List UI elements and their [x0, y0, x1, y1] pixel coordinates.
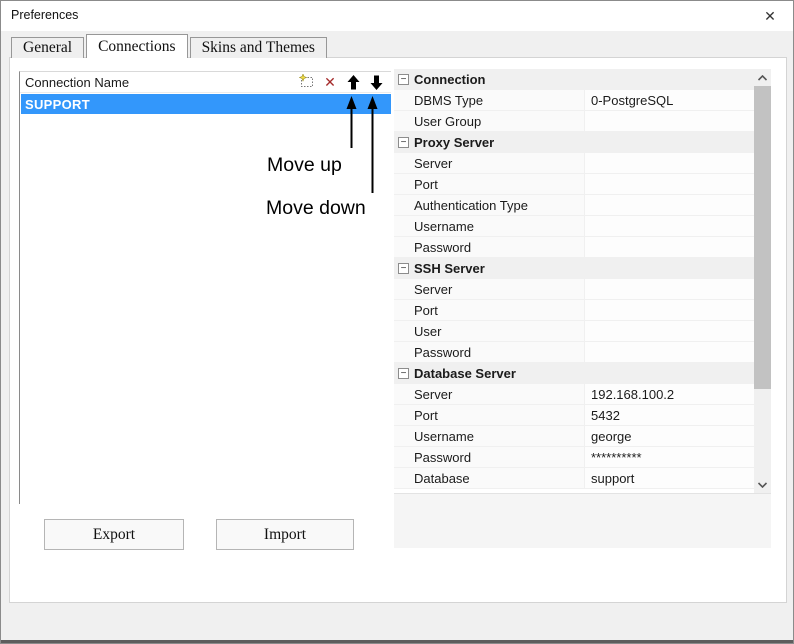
property-value[interactable]	[584, 300, 754, 320]
property-value[interactable]	[584, 195, 754, 215]
group-header-database-server[interactable]: − Database Server	[394, 363, 754, 384]
collapse-icon[interactable]: −	[398, 368, 409, 379]
connection-list: Connection Name ✕ SUPPORT	[19, 71, 391, 504]
property-value[interactable]: 5432	[584, 405, 754, 425]
import-button[interactable]: Import	[216, 519, 354, 550]
property-value[interactable]: support	[584, 468, 754, 488]
move-up-icon[interactable]	[345, 74, 361, 91]
property-value[interactable]	[584, 342, 754, 362]
property-label: User	[414, 324, 584, 339]
collapse-icon[interactable]: −	[398, 137, 409, 148]
property-label: Password	[414, 450, 584, 465]
connection-list-header: Connection Name ✕	[20, 72, 391, 93]
connection-row-support[interactable]: SUPPORT	[21, 94, 391, 114]
property-row: Server 192.168.100.2	[394, 384, 754, 405]
property-row: Server	[394, 153, 754, 174]
property-value[interactable]: **********	[584, 447, 754, 467]
group-title: Database Server	[414, 366, 516, 381]
delete-connection-icon[interactable]: ✕	[322, 74, 338, 91]
window-bottom-edge	[1, 640, 793, 644]
close-icon[interactable]: ✕	[755, 4, 785, 28]
collapse-icon[interactable]: −	[398, 263, 409, 274]
property-label: Username	[414, 429, 584, 444]
property-row: DBMS Type 0-PostgreSQL	[394, 90, 754, 111]
property-row: Username	[394, 216, 754, 237]
property-row: Password	[394, 237, 754, 258]
property-row: Server	[394, 279, 754, 300]
scroll-up-icon[interactable]	[754, 69, 771, 86]
group-header-ssh-server[interactable]: − SSH Server	[394, 258, 754, 279]
group-header-proxy-server[interactable]: − Proxy Server	[394, 132, 754, 153]
property-row: Authentication Type	[394, 195, 754, 216]
property-label: Password	[414, 240, 584, 255]
property-label: DBMS Type	[414, 93, 584, 108]
window-title: Preferences	[11, 8, 78, 22]
preferences-dialog: Preferences ✕ General Connections Skins …	[0, 0, 794, 644]
property-row: Password **********	[394, 447, 754, 468]
scrollbar-thumb[interactable]	[754, 86, 771, 389]
property-value[interactable]	[584, 216, 754, 236]
group-title: SSH Server	[414, 261, 485, 276]
property-row: User	[394, 321, 754, 342]
property-value[interactable]: 0-PostgreSQL	[584, 90, 754, 110]
group-title: Connection	[414, 72, 486, 87]
property-label: Port	[414, 177, 584, 192]
property-row: Port 5432	[394, 405, 754, 426]
property-value[interactable]	[584, 153, 754, 173]
property-grid-rows: − Connection DBMS Type 0-PostgreSQL User…	[394, 69, 754, 493]
tab-strip: General Connections Skins and Themes	[11, 34, 329, 58]
annotation-move-down: Move down	[266, 197, 366, 220]
property-label: Database	[414, 471, 584, 486]
group-title: Proxy Server	[414, 135, 494, 150]
property-value[interactable]	[584, 321, 754, 341]
property-label: Username	[414, 219, 584, 234]
group-header-connection[interactable]: − Connection	[394, 69, 754, 90]
property-row: Port	[394, 300, 754, 321]
property-value[interactable]: george	[584, 426, 754, 446]
property-grid-scrollbar[interactable]	[754, 69, 771, 493]
new-connection-icon[interactable]	[299, 74, 315, 91]
property-grid-footer	[394, 493, 771, 548]
property-label: Server	[414, 156, 584, 171]
scroll-down-icon[interactable]	[754, 476, 771, 493]
collapse-icon[interactable]: −	[398, 74, 409, 85]
property-row: Database support	[394, 468, 754, 489]
tab-connections[interactable]: Connections	[86, 34, 188, 58]
property-grid: − Connection DBMS Type 0-PostgreSQL User…	[394, 69, 771, 548]
property-label: Authentication Type	[414, 198, 584, 213]
tab-skins-and-themes[interactable]: Skins and Themes	[190, 37, 327, 58]
property-value[interactable]	[584, 111, 754, 131]
property-value[interactable]	[584, 279, 754, 299]
property-row: User Group	[394, 111, 754, 132]
property-label: Server	[414, 387, 584, 402]
property-label: Password	[414, 345, 584, 360]
property-row: Username george	[394, 426, 754, 447]
property-value[interactable]	[584, 174, 754, 194]
move-down-icon[interactable]	[368, 74, 384, 91]
property-label: User Group	[414, 114, 584, 129]
tab-general[interactable]: General	[11, 37, 84, 58]
property-row: Port	[394, 174, 754, 195]
titlebar: Preferences ✕	[1, 1, 793, 31]
property-value[interactable]	[584, 237, 754, 257]
property-label: Port	[414, 303, 584, 318]
annotation-move-up: Move up	[267, 154, 342, 177]
property-row: Password	[394, 342, 754, 363]
property-label: Server	[414, 282, 584, 297]
column-header-connection-name: Connection Name	[20, 75, 299, 90]
property-value[interactable]: 192.168.100.2	[584, 384, 754, 404]
property-label: Port	[414, 408, 584, 423]
export-button[interactable]: Export	[44, 519, 184, 550]
